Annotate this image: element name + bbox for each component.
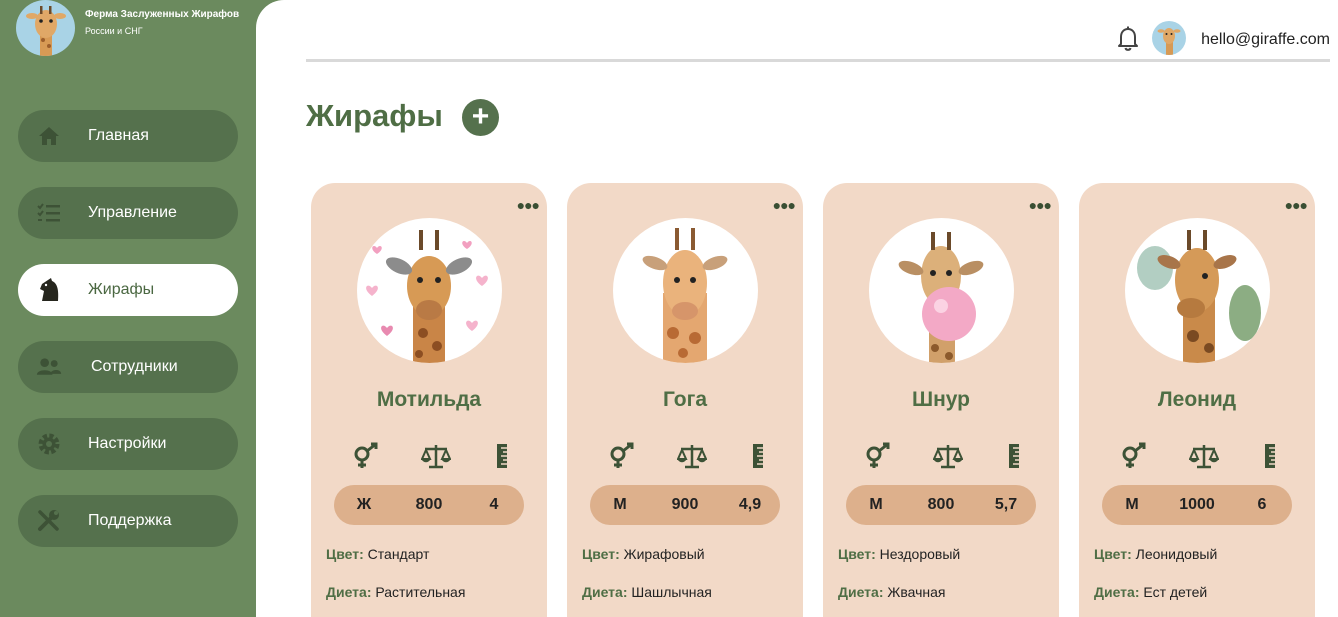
sidebar-item-home[interactable]: Главная (18, 110, 238, 162)
height-value: 6 (1257, 496, 1267, 513)
height-value: 5,7 (994, 496, 1018, 513)
diet-value: Шашлычная (631, 584, 712, 600)
sidebar-item-label: Настройки (88, 435, 167, 452)
giraffe-card[interactable]: ●●● Мотильда Ж 800 4 Цвет: Стандарт Диет… (311, 183, 547, 617)
diet-value: Жвачная (887, 584, 946, 600)
color-value: Леонидовый (1135, 546, 1218, 562)
color-label: Цвет: (1094, 546, 1132, 562)
diet-label: Диета: (838, 584, 884, 600)
height-value: 4,9 (738, 496, 762, 513)
sidebar-item-label: Поддержка (88, 512, 172, 529)
color-label: Цвет: (326, 546, 364, 562)
ruler-icon (1265, 444, 1275, 468)
diet-attribute: Диета: Жвачная (838, 584, 945, 600)
more-options-icon[interactable]: ●●● (1285, 197, 1308, 213)
color-label: Цвет: (838, 546, 876, 562)
diet-value: Ест детей (1143, 584, 1208, 600)
weight-value: 800 (415, 496, 443, 513)
page-title: Жирафы (306, 98, 443, 133)
giraffe-photo (613, 218, 758, 363)
ruler-icon (753, 444, 763, 468)
giraffe-photo (357, 218, 502, 363)
weight-value: 900 (671, 496, 699, 513)
tools-icon (38, 510, 59, 531)
stats-bar: Ж 800 4 (334, 485, 524, 525)
color-attribute: Цвет: Леонидовый (1094, 546, 1217, 562)
ruler-icon (497, 444, 507, 468)
checklist-icon (37, 203, 60, 222)
diet-label: Диета: (582, 584, 628, 600)
add-giraffe-button[interactable]: + (462, 99, 499, 136)
sidebar-nav: Главная Управление Жирафы Сотрудники Нас… (18, 110, 238, 572)
color-attribute: Цвет: Стандарт (326, 546, 429, 562)
sidebar-item-staff[interactable]: Сотрудники (18, 341, 238, 393)
gender-icon (610, 442, 634, 468)
color-value: Жирафовый (623, 546, 705, 562)
giraffe-photo (869, 218, 1014, 363)
stats-bar: М 900 4,9 (590, 485, 780, 525)
user-email[interactable]: hello@giraffe.com (1201, 31, 1330, 49)
sidebar-item-management[interactable]: Управление (18, 187, 238, 239)
ruler-icon (1009, 444, 1019, 468)
sidebar: Ферма Заслуженных Жирафов России и СНГ Г… (0, 0, 256, 617)
diet-value: Растительная (375, 584, 466, 600)
horse-head-icon (40, 278, 59, 301)
color-attribute: Цвет: Жирафовый (582, 546, 705, 562)
diet-attribute: Диета: Шашлычная (582, 584, 712, 600)
sex-value: М (869, 496, 883, 513)
diet-label: Диета: (1094, 584, 1140, 600)
giraffe-name: Мотильда (376, 388, 482, 411)
avatar[interactable] (1152, 21, 1186, 55)
diet-attribute: Диета: Ест детей (1094, 584, 1207, 600)
sidebar-item-label: Сотрудники (91, 358, 178, 375)
gender-icon (354, 442, 378, 468)
scales-icon (677, 445, 707, 469)
more-options-icon[interactable]: ●●● (773, 197, 796, 213)
topbar: hello@giraffe.com (306, 0, 1330, 62)
color-attribute: Цвет: Нездоровый (838, 546, 960, 562)
giraffe-name: Гога (662, 388, 708, 411)
sidebar-item-settings[interactable]: Настройки (18, 418, 238, 470)
weight-value: 1000 (1179, 496, 1215, 513)
stats-bar: М 800 5,7 (846, 485, 1036, 525)
giraffe-card[interactable]: ●●● Гога М 900 4,9 Цвет: Жирафовый Диета… (567, 183, 803, 617)
home-icon (39, 127, 59, 145)
color-value: Стандарт (367, 546, 430, 562)
sex-value: Ж (356, 496, 372, 513)
brand-title: Ферма Заслуженных Жирафов (85, 8, 240, 20)
height-value: 4 (489, 496, 499, 513)
giraffe-card[interactable]: ●●● Леонид М 1000 6 Цвет: Леонидовый Дие… (1079, 183, 1315, 617)
scales-icon (1189, 445, 1219, 469)
more-options-icon[interactable]: ●●● (517, 197, 540, 213)
sex-value: М (613, 496, 627, 513)
diet-attribute: Диета: Растительная (326, 584, 465, 600)
sidebar-item-support[interactable]: Поддержка (18, 495, 238, 547)
diet-label: Диета: (326, 584, 372, 600)
users-icon (36, 358, 62, 375)
sidebar-item-label: Главная (88, 127, 149, 144)
sidebar-item-giraffes[interactable]: Жирафы (18, 264, 238, 316)
gender-icon (866, 442, 890, 468)
giraffe-name: Шнур (911, 388, 971, 411)
brand-subtitle: России и СНГ (85, 25, 143, 36)
stats-bar: М 1000 6 (1102, 485, 1292, 525)
sidebar-item-label: Управление (88, 204, 177, 221)
scales-icon (933, 445, 963, 469)
giraffe-logo-icon[interactable] (16, 0, 75, 56)
main-content: hello@giraffe.com Жирафы + ●●● Мотильда … (256, 0, 1338, 617)
sidebar-item-label: Жирафы (88, 281, 155, 298)
giraffe-card[interactable]: ●●● Шнур М 800 5,7 Цвет: Нездоровый Диет… (823, 183, 1059, 617)
sex-value: М (1125, 496, 1139, 513)
weight-value: 800 (927, 496, 955, 513)
bell-icon[interactable] (1116, 26, 1140, 52)
scales-icon (421, 445, 451, 469)
color-value: Нездоровый (879, 546, 961, 562)
gender-icon (1122, 442, 1146, 468)
brand: Ферма Заслуженных Жирафов России и СНГ (16, 0, 239, 56)
giraffe-name: Леонид (1157, 388, 1237, 411)
more-options-icon[interactable]: ●●● (1029, 197, 1052, 213)
color-label: Цвет: (582, 546, 620, 562)
giraffe-photo (1125, 218, 1270, 363)
gear-icon (38, 433, 60, 455)
